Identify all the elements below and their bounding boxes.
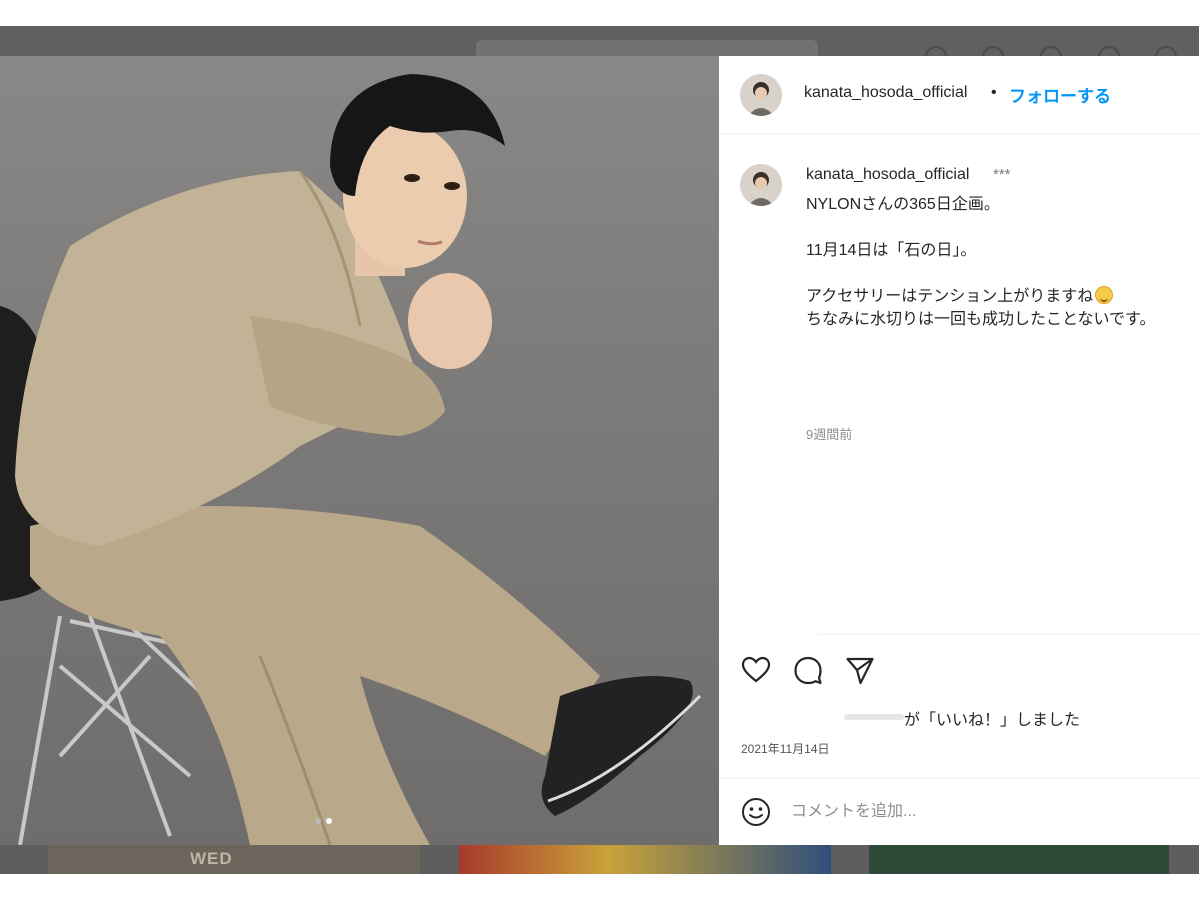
likes-text[interactable]: が「いいね！」しました [904,706,1080,730]
caption-stars: *** [993,166,1011,183]
background-thumbnail-2 [459,845,831,874]
caption-line-with-emoji: アクセサリーはテンション上がりますね [806,282,1114,306]
heart-icon[interactable] [740,654,772,686]
caption-timestamp[interactable]: 9週間前 [806,424,852,443]
carousel-dot[interactable] [315,818,321,824]
carousel-dot-active[interactable] [326,818,332,824]
carousel-indicator [315,818,332,824]
avatar-image [740,74,782,116]
post-actions [719,654,1199,686]
caption-line: アクセサリーはテンション上がりますね [806,288,1094,305]
caption-line: NYLONさんの365日企画。 [806,196,1000,213]
screenshot-stage: WED kanata_hosoda_official • フォローする kana… [0,0,1199,900]
caption-line: ちなみに水切りは一回も成功したことないです。 [806,311,1156,328]
comment-bubble-icon[interactable] [792,654,824,686]
post-header: kanata_hosoda_official • フォローする [719,56,1199,134]
comment-bar [719,778,1199,845]
paper-plane-icon[interactable] [844,654,876,686]
smiling-face-emoji-icon [1095,286,1114,304]
caption-line: 11月14日は「石の日」。 [806,242,977,259]
post-author-username[interactable]: kanata_hosoda_official [804,84,967,102]
caption-avatar[interactable] [740,164,782,206]
smiley-icon[interactable] [741,797,771,827]
background-thumbnail-1 [48,845,420,874]
actions-divider [819,634,1199,635]
portrait-illustration [0,74,702,845]
caption-avatar-image [740,164,782,206]
comment-input[interactable] [791,799,1171,825]
caption-username[interactable]: kanata_hosoda_official [806,166,969,184]
likes-blurred-username [844,714,904,720]
background-thumbnail-3 [869,845,1169,874]
header-separator: • [991,84,997,101]
post-side-panel: kanata_hosoda_official • フォローする kanata_h… [719,56,1199,845]
avatar[interactable] [740,74,782,116]
post-caption: kanata_hosoda_official *** NYLONさんの365日企… [719,134,1199,634]
follow-button[interactable]: フォローする [1009,82,1111,107]
post-photo[interactable] [0,56,719,845]
background-thumbnail-text: WED [190,849,233,868]
post-date[interactable]: 2021年11月14日 [741,740,830,757]
